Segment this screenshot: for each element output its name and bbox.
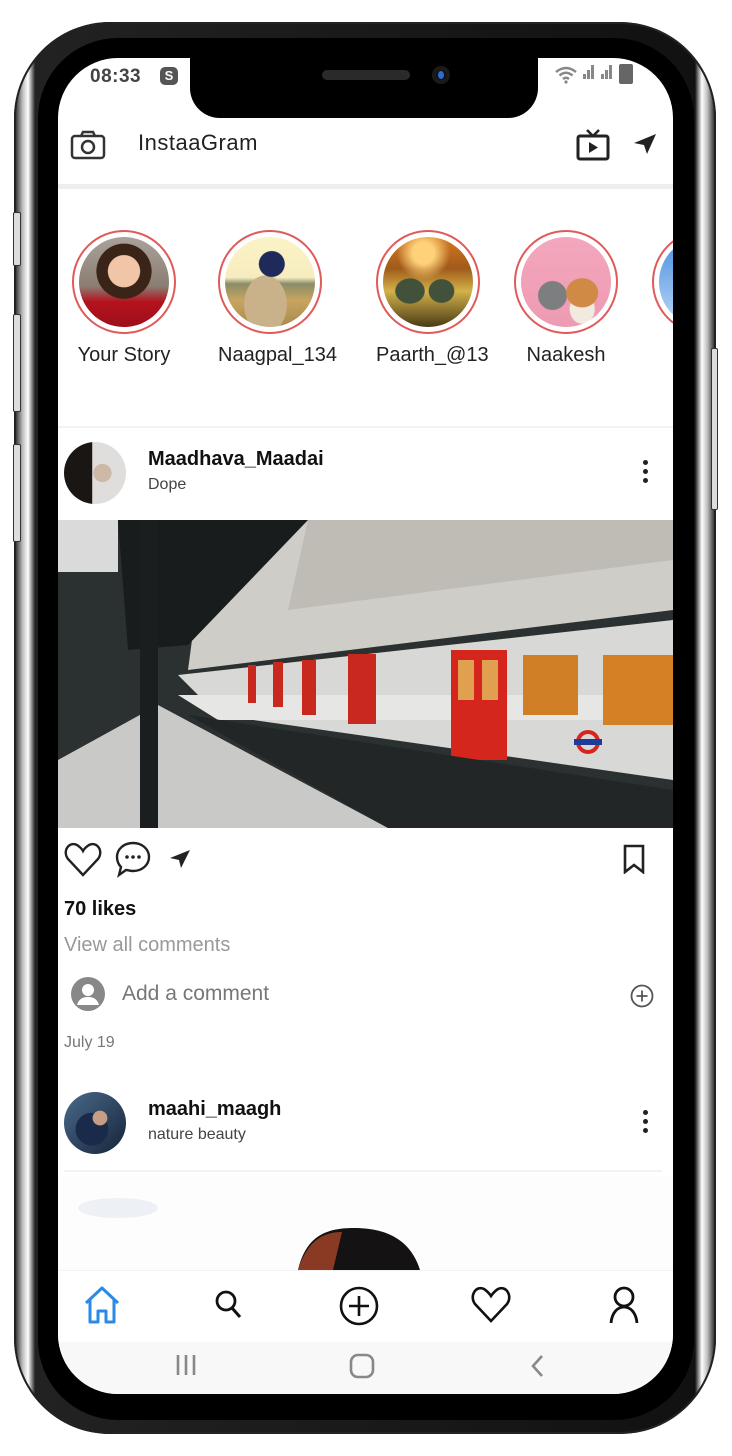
story-ring: [514, 230, 618, 334]
story-item[interactable]: Naagpal_134: [218, 230, 337, 367]
profile-icon[interactable]: [608, 1285, 640, 1325]
home-button-icon[interactable]: [348, 1352, 376, 1380]
story-avatar: [225, 237, 315, 327]
add-circle-icon[interactable]: [630, 984, 654, 1008]
stories-row: Your Story Naagpal_134 Paarth_@13 Naakes…: [58, 230, 673, 390]
direct-send-icon[interactable]: [632, 132, 658, 156]
post-image[interactable]: [58, 520, 673, 828]
story-item[interactable]: Naakesh: [514, 230, 618, 367]
person-photo: [58, 1176, 673, 1270]
power-button: [711, 348, 718, 510]
user-avatar-icon: [71, 977, 105, 1011]
add-post-icon[interactable]: [338, 1285, 380, 1327]
add-comment-row: Add a comment: [58, 974, 673, 1018]
bottom-nav: [58, 1270, 673, 1343]
system-nav-bar: [58, 1342, 673, 1394]
post-avatar[interactable]: [64, 1092, 126, 1154]
story-label: Naagpal_134: [218, 344, 337, 366]
back-icon[interactable]: [528, 1352, 548, 1380]
signal-icon: [583, 65, 595, 84]
add-comment-input[interactable]: Add a comment: [122, 982, 269, 1006]
post-username[interactable]: Maadhava_Maadai: [148, 448, 324, 471]
share-icon[interactable]: [168, 848, 192, 870]
speaker: [322, 70, 410, 80]
igtv-icon[interactable]: [576, 128, 610, 162]
story-ring: [72, 230, 176, 334]
volume-up-button: [13, 314, 21, 412]
front-camera: [432, 66, 450, 84]
post-divider: [64, 1170, 662, 1172]
story-item[interactable]: Paarth_@13: [376, 230, 489, 367]
story-avatar: [383, 237, 473, 327]
post-username[interactable]: maahi_maagh: [148, 1098, 281, 1121]
recent-apps-icon[interactable]: [174, 1352, 200, 1378]
comment-icon[interactable]: [114, 840, 152, 878]
like-icon[interactable]: [64, 842, 102, 878]
app-bar: InstaaGram: [58, 120, 673, 182]
mute-switch: [13, 212, 21, 266]
status-time: 08:33: [90, 66, 142, 87]
story-ring: [652, 230, 673, 334]
post-date: July 19: [64, 1034, 115, 1051]
app-title: InstaaGram: [138, 130, 258, 155]
post-header: maahi_maagh nature beauty: [58, 1092, 673, 1172]
stories-divider: [58, 426, 673, 428]
status-icons: [555, 64, 633, 84]
search-icon[interactable]: [214, 1289, 244, 1321]
signal-icon-2: [601, 65, 613, 84]
screen: 08:33 S InstaaGram Your Story Naagpal_13…: [58, 58, 673, 1394]
story-avatar: [659, 237, 673, 327]
more-options-icon[interactable]: [643, 1110, 649, 1133]
app-bar-divider: [58, 184, 673, 189]
post-actions: [58, 840, 673, 884]
notch: [190, 58, 538, 118]
post-image[interactable]: [58, 1176, 673, 1270]
story-label: Your Story: [77, 344, 171, 366]
likes-count[interactable]: 70 likes: [64, 898, 136, 921]
story-label: Naakesh: [526, 344, 606, 366]
story-item[interactable]: Your Story: [72, 230, 176, 367]
view-all-comments-link[interactable]: View all comments: [64, 934, 230, 957]
battery-icon: [619, 64, 633, 84]
bookmark-icon[interactable]: [622, 844, 646, 874]
skype-icon: S: [160, 67, 178, 85]
volume-down-button: [13, 444, 21, 542]
post-avatar[interactable]: [64, 442, 126, 504]
post-subtitle: nature beauty: [148, 1126, 246, 1143]
story-avatar: [521, 237, 611, 327]
story-label: Paarth_@13: [376, 344, 489, 366]
story-avatar: [79, 237, 169, 327]
home-icon[interactable]: [82, 1285, 122, 1325]
post-header: Maadhava_Maadai Dope: [58, 442, 673, 522]
more-options-icon[interactable]: [643, 460, 649, 483]
story-item[interactable]: Paa: [652, 230, 673, 367]
train-photo: [58, 520, 673, 828]
activity-heart-icon[interactable]: [470, 1285, 512, 1325]
camera-icon[interactable]: [70, 130, 106, 160]
story-ring: [218, 230, 322, 334]
story-ring: [376, 230, 480, 334]
story-label: Paa: [652, 344, 673, 367]
post-subtitle: Dope: [148, 476, 187, 493]
wifi-icon: [555, 66, 577, 84]
